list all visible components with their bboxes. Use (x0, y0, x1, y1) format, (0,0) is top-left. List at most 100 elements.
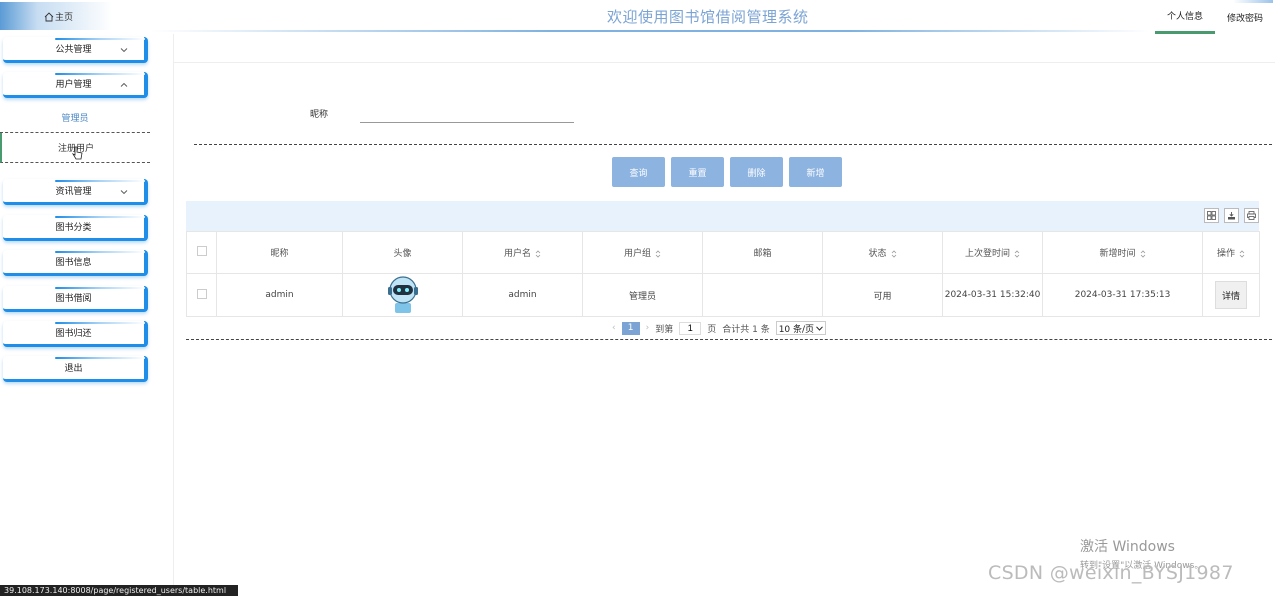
prev-page-icon[interactable]: ‹ (612, 323, 616, 333)
menu-public-management[interactable]: 公共管理 (3, 37, 148, 63)
last-login-cell: 2024-03-31 15:32:40 (942, 273, 1044, 317)
current-page[interactable]: 1 (621, 321, 640, 335)
menu-decoration (23, 238, 53, 241)
column-header[interactable]: 操作 (1202, 231, 1261, 274)
divider (194, 144, 1272, 145)
column-header[interactable]: 用户组 (582, 231, 704, 274)
menu-decoration (23, 273, 53, 276)
data-table: 昵称 头像 用户名 用户组 邮箱 状态 上次登时间 新增时间 操作 admin (186, 201, 1261, 317)
chevron-down-icon (120, 190, 128, 195)
row-select-cell[interactable] (186, 273, 217, 317)
main-content: 昵称 查询 重置 删除 新增 昵称 头像 用户名 用户组 邮箱 状态 上次登时间… (174, 62, 1275, 596)
menu-decoration (23, 344, 53, 347)
page-title: 欢迎使用图书馆借阅管理系统 (607, 8, 809, 26)
menu-decoration (23, 60, 53, 63)
table-header-row: 昵称 头像 用户名 用户组 邮箱 状态 上次登时间 新增时间 操作 (186, 231, 1261, 274)
menu-decoration (23, 309, 53, 312)
menu-user-management[interactable]: 用户管理 (3, 72, 148, 98)
menu-label: 图书借阅 (55, 294, 92, 304)
action-buttons: 查询 重置 删除 新增 (612, 157, 842, 187)
home-tab[interactable]: 主页 (0, 2, 150, 30)
column-header[interactable]: 用户名 (462, 231, 584, 274)
home-label: 主页 (55, 13, 74, 23)
menu-label: 用户管理 (55, 80, 92, 90)
sort-icon[interactable] (535, 249, 541, 258)
top-bar: 主页 欢迎使用图书馆借阅管理系统 个人信息 修改密码 (0, 0, 1275, 34)
menu-book-return[interactable]: 图书归还 (3, 321, 148, 347)
chevron-down-icon (120, 48, 128, 53)
next-page-icon[interactable]: › (646, 323, 650, 333)
page-unit-label: 页 (707, 324, 717, 335)
menu-decoration (55, 357, 145, 359)
username-cell: admin (462, 273, 584, 317)
menu-label: 图书归还 (55, 329, 92, 339)
change-password-link[interactable]: 修改密码 (1215, 0, 1275, 34)
nickname-search-input[interactable] (360, 107, 574, 123)
select-all-checkbox[interactable] (196, 246, 207, 256)
browser-status-bar: 39.108.173.140:8008/page/registered_user… (0, 585, 238, 596)
export-icon[interactable] (1224, 208, 1239, 223)
detail-button[interactable]: 详情 (1215, 281, 1248, 309)
menu-decoration (55, 287, 145, 289)
menu-decoration (23, 202, 53, 205)
sidebar: 公共管理 用户管理 管理员 注册用户 资讯管理 图书分类 图书信息 图书借阅 图… (0, 34, 174, 596)
menu-label: 公共管理 (55, 45, 92, 55)
select-all-cell[interactable] (186, 231, 217, 274)
page-size-select[interactable]: 10 条/页 (775, 321, 827, 335)
column-header[interactable]: 上次登时间 (942, 231, 1044, 274)
home-link[interactable]: 主页 (44, 10, 73, 23)
add-button[interactable]: 新增 (789, 157, 842, 187)
sort-icon[interactable] (1140, 249, 1146, 258)
nickname-cell: admin (215, 273, 344, 317)
profile-link[interactable]: 个人信息 (1155, 0, 1215, 34)
menu-decoration (55, 251, 145, 253)
search-label: 昵称 (310, 110, 329, 120)
menu-book-borrow[interactable]: 图书借阅 (3, 286, 148, 312)
sort-icon[interactable] (1239, 249, 1245, 258)
column-header[interactable]: 状态 (822, 231, 944, 274)
menu-label: 图书信息 (55, 258, 92, 268)
reset-button[interactable]: 重置 (671, 157, 724, 187)
mouse-cursor-icon (72, 146, 83, 160)
query-button[interactable]: 查询 (612, 157, 665, 187)
submenu-admin[interactable]: 管理员 (0, 103, 150, 133)
header-divider (150, 30, 1150, 32)
row-checkbox[interactable] (196, 288, 207, 299)
avatar-cell (342, 273, 464, 317)
menu-decoration (23, 379, 53, 382)
menu-book-info[interactable]: 图书信息 (3, 250, 148, 276)
menu-decoration (55, 180, 145, 182)
table-toolbar (186, 201, 1259, 231)
goto-label: 到第 (655, 324, 674, 335)
delete-button[interactable]: 删除 (730, 157, 783, 187)
goto-page-input[interactable] (679, 321, 702, 335)
sort-icon[interactable] (655, 249, 661, 258)
avatar (387, 275, 418, 313)
pagination: ‹ 1 › 到第 页 合计共 1 条 10 条/页 (612, 321, 827, 335)
menu-decoration (55, 38, 145, 40)
sort-icon[interactable] (891, 249, 897, 258)
menu-decoration (55, 73, 145, 75)
header-links: 个人信息 修改密码 (1155, 0, 1275, 34)
print-icon[interactable] (1244, 208, 1259, 223)
home-icon (44, 11, 54, 21)
menu-logout[interactable]: 退出 (3, 356, 148, 382)
total-count: 合计共 1 条 (722, 324, 770, 335)
sort-icon[interactable] (1014, 249, 1020, 258)
menu-label: 退出 (64, 364, 83, 374)
menu-book-category[interactable]: 图书分类 (3, 215, 148, 241)
columns-icon[interactable] (1204, 208, 1219, 223)
divider (186, 339, 1272, 340)
menu-label: 资讯管理 (55, 187, 92, 197)
column-header: 邮箱 (702, 231, 824, 274)
menu-label: 图书分类 (55, 223, 92, 233)
menu-decoration (55, 322, 145, 324)
toolbar-icons (1204, 208, 1259, 223)
created-cell: 2024-03-31 17:35:13 (1042, 273, 1204, 317)
chevron-down-icon (816, 325, 823, 331)
table-row: admin admin 管理员 可用 2024-03-31 15:32:40 2… (186, 273, 1261, 317)
menu-decoration (23, 95, 53, 98)
action-cell: 详情 (1202, 273, 1261, 317)
column-header[interactable]: 新增时间 (1042, 231, 1204, 274)
menu-news-management[interactable]: 资讯管理 (3, 179, 148, 205)
